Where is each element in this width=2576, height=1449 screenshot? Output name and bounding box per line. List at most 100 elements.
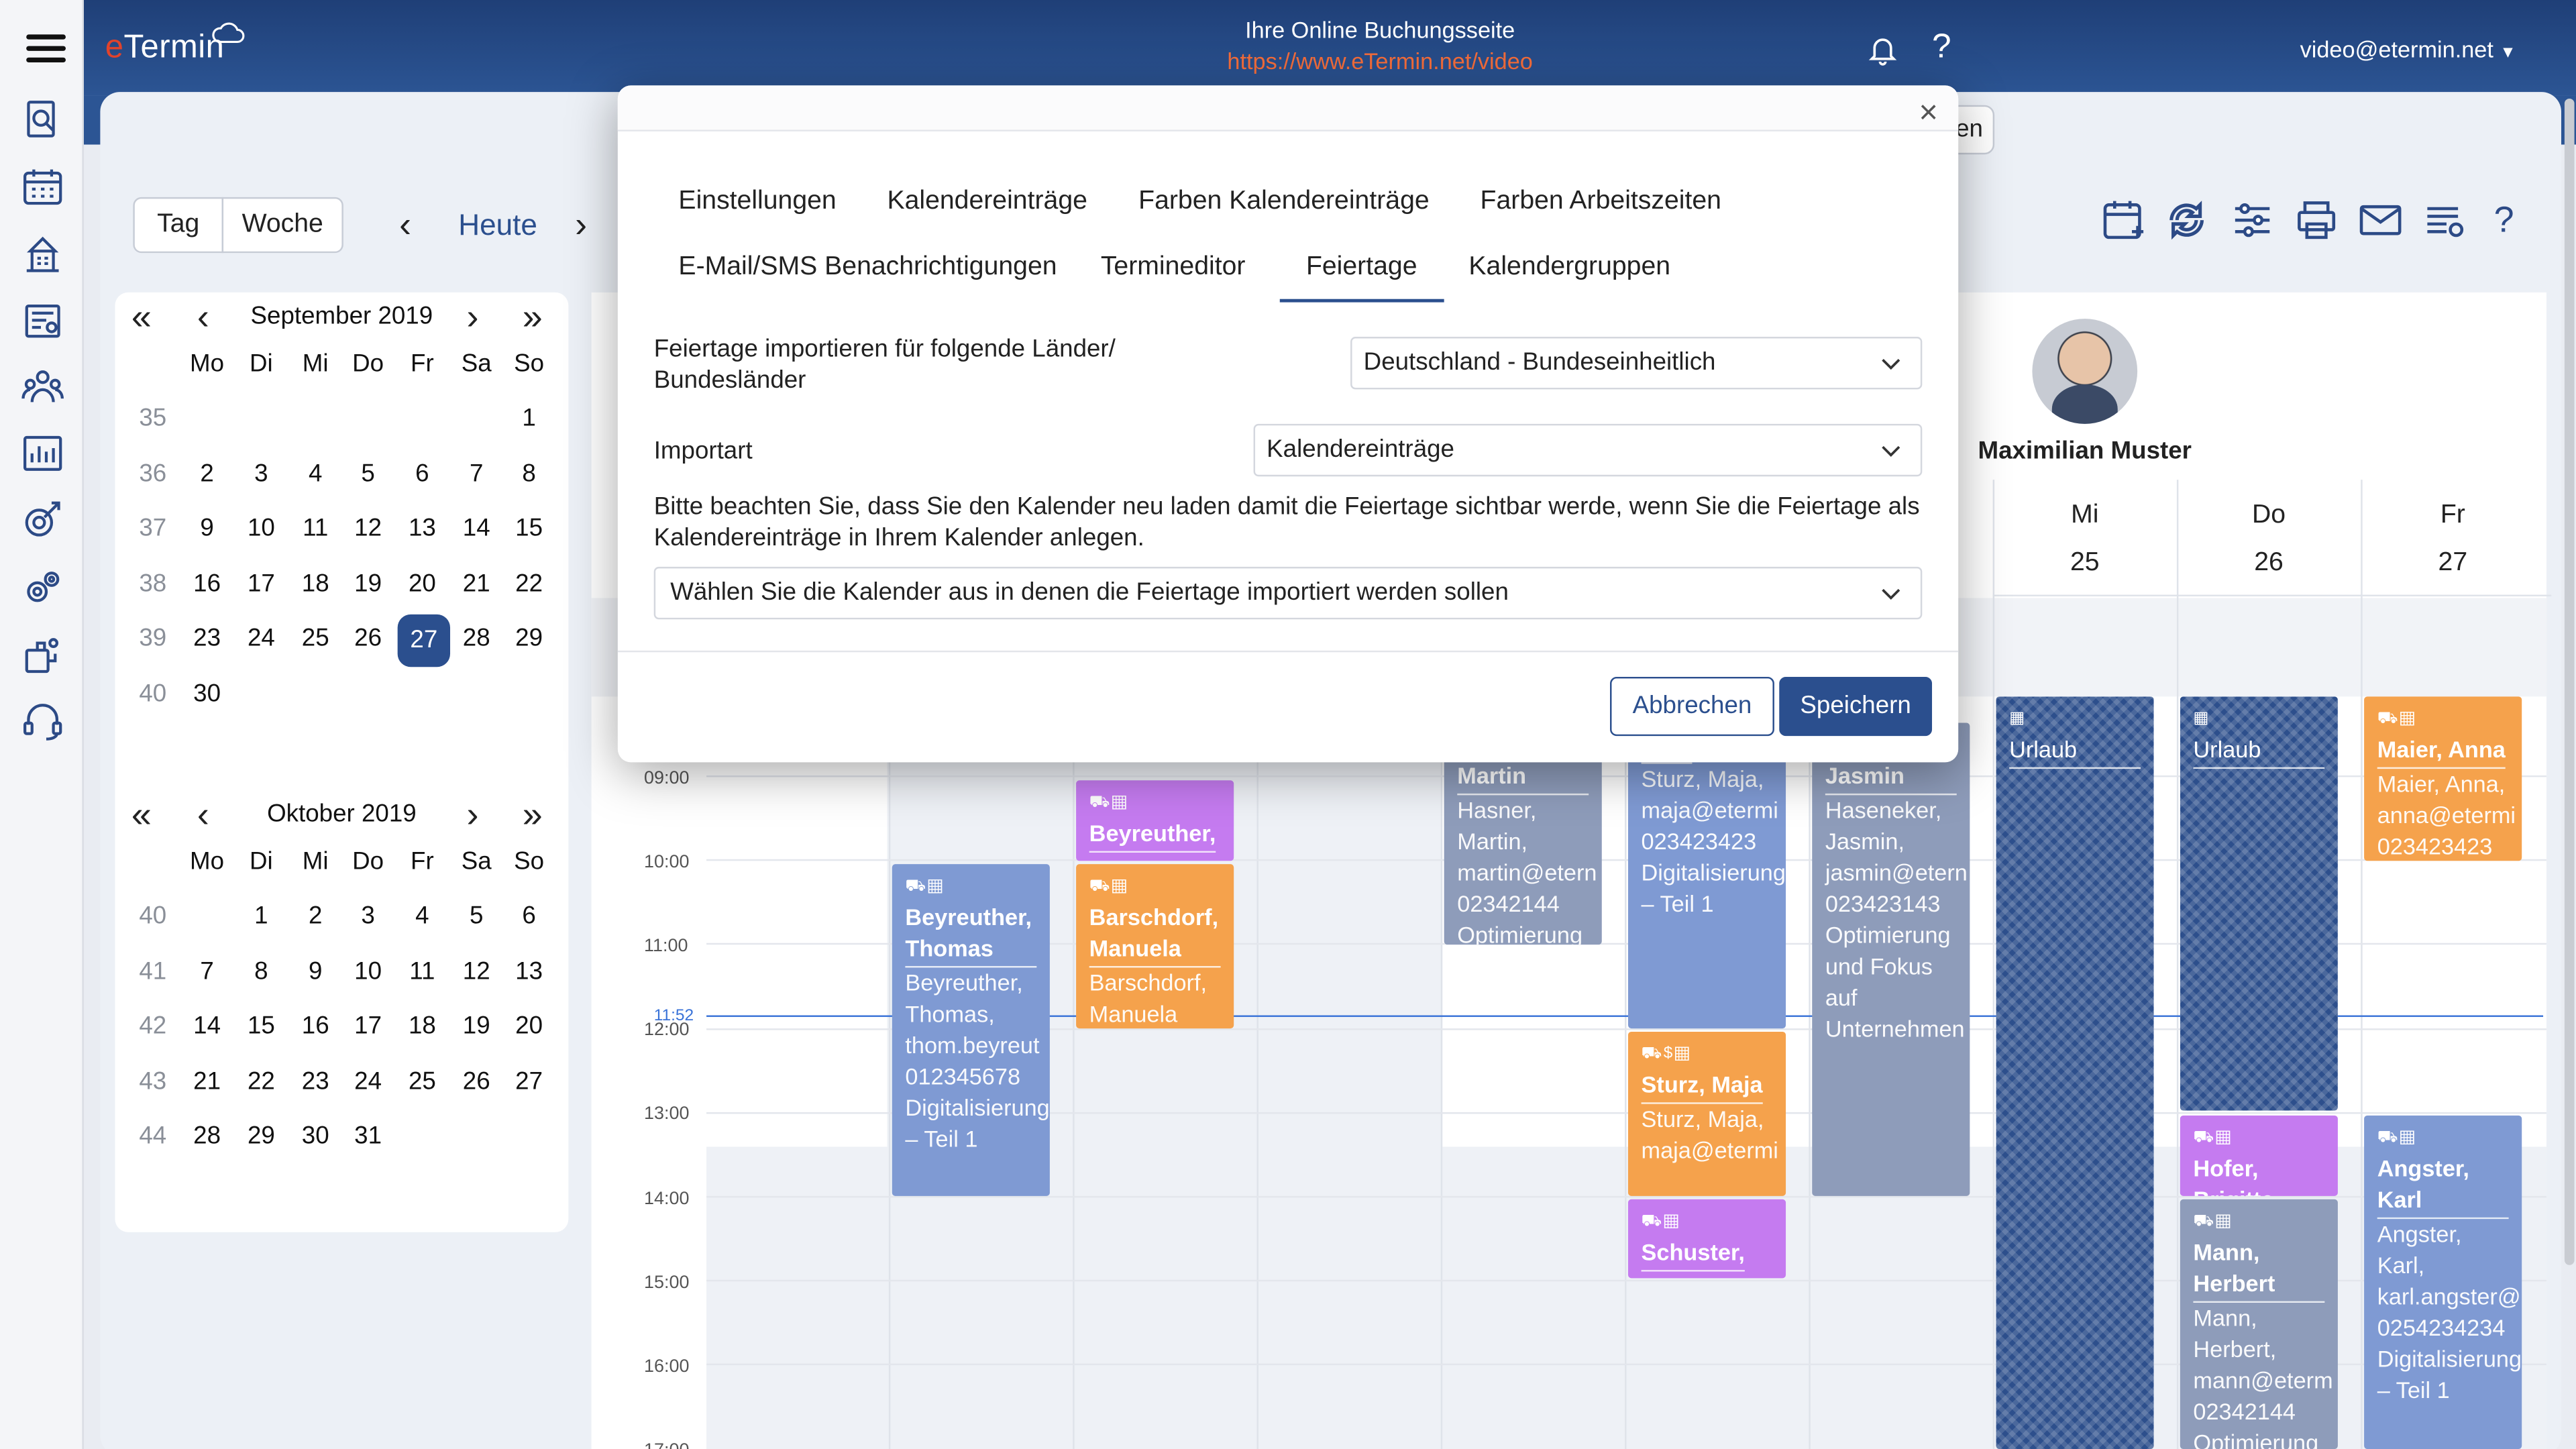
day-header-dow[interactable]: Do (2178, 501, 2359, 531)
day-cell[interactable]: 29 (504, 614, 553, 663)
day-cell[interactable]: 20 (504, 1002, 553, 1051)
bell-icon[interactable] (1866, 33, 1899, 66)
day-cell[interactable]: 18 (398, 1002, 447, 1051)
day-header-date[interactable]: 25 (1994, 549, 2175, 578)
mail-icon[interactable] (2357, 197, 2404, 244)
support-icon[interactable] (21, 700, 64, 743)
appointment[interactable]: ⛟▦ Maier, Anna Maier, Anna, anna@etermi 02… (2364, 696, 2522, 861)
day-cell[interactable]: 18 (290, 559, 339, 608)
day-cell[interactable]: 3 (343, 892, 392, 941)
day-cell[interactable]: 16 (182, 559, 231, 608)
appointment[interactable]: ⛟$▦ Sturz, Maja Sturz, Maja, maja@etermi (1627, 1031, 1786, 1196)
day-header-date[interactable]: 27 (2363, 549, 2543, 578)
chevron-left-icon[interactable]: ‹ (197, 296, 209, 339)
day-cell[interactable]: 8 (237, 947, 286, 996)
day-cell[interactable]: 30 (182, 669, 231, 718)
day-cell[interactable]: 22 (237, 1057, 286, 1106)
day-cell[interactable]: 25 (290, 614, 339, 663)
tab-email-sms[interactable]: E-Mail/SMS Benachrichtigungen (678, 253, 1057, 282)
day-cell[interactable]: 3 (237, 449, 286, 498)
menu-icon[interactable] (26, 34, 66, 64)
day-cell[interactable]: 10 (237, 504, 286, 553)
appointment[interactable]: ⛟▦ Schuster, (1627, 1199, 1786, 1279)
day-cell[interactable]: 19 (343, 559, 392, 608)
day-cell[interactable]: 6 (504, 892, 553, 941)
double-chevron-left-icon[interactable]: « (131, 794, 152, 837)
print-icon[interactable] (2294, 197, 2340, 244)
appointment[interactable]: Haseneker, JasminHaseneker, Jasmin, jasm… (1812, 722, 1970, 1196)
cancel-button[interactable]: Abbrechen (1610, 676, 1774, 737)
day-cell[interactable]: 15 (237, 1002, 286, 1051)
appointment[interactable]: ⛟▦ Beyreuther, (1076, 780, 1234, 861)
day-cell[interactable]: 20 (398, 559, 447, 608)
marketing-icon[interactable] (21, 499, 64, 542)
settings-icon[interactable] (21, 567, 64, 610)
booking-page-link[interactable]: https://www.eTermin.net/video (1134, 48, 1627, 74)
appointment[interactable]: ⛟▦ Mann, Herbert Mann, Herbert, mann@eterm… (2180, 1199, 2338, 1449)
calendar-multiselect[interactable]: Wählen Sie die Kalender aus in denen die… (653, 566, 1923, 620)
day-cell[interactable]: 25 (398, 1057, 447, 1106)
statistics-icon[interactable] (21, 432, 64, 475)
day-cell[interactable]: 9 (290, 947, 339, 996)
add-calendar-icon[interactable] (2101, 197, 2147, 244)
day-cell[interactable]: 11 (398, 947, 447, 996)
week-view-button[interactable]: Woche (221, 197, 343, 254)
day-cell[interactable]: 13 (504, 947, 553, 996)
day-view-button[interactable]: Tag (133, 197, 224, 254)
building-icon[interactable] (21, 233, 64, 276)
tab-termineditor[interactable]: Termineditor (1101, 253, 1246, 282)
day-cell[interactable]: 14 (451, 504, 500, 553)
day-header-dow[interactable]: Fr (2363, 501, 2543, 531)
calendar-help-icon[interactable]: ? (2494, 199, 2514, 241)
day-cell[interactable]: 28 (451, 614, 500, 663)
appointment[interactable]: ▦ Urlaub (2180, 696, 2338, 1110)
integration-icon[interactable] (21, 634, 64, 677)
day-cell[interactable]: 1 (504, 394, 553, 443)
day-header-date[interactable]: 26 (2178, 549, 2359, 578)
day-cell[interactable]: 8 (504, 449, 553, 498)
day-cell[interactable]: 19 (451, 1002, 500, 1051)
day-cell[interactable]: 2 (290, 892, 339, 941)
day-cell[interactable]: 27 (397, 614, 451, 667)
day-cell[interactable]: 26 (451, 1057, 500, 1106)
day-cell[interactable]: 23 (182, 614, 231, 663)
day-cell[interactable]: 17 (343, 1002, 392, 1051)
day-cell[interactable]: 28 (182, 1112, 231, 1161)
appointment[interactable]: ⛟▦ Barschdorf, Manuela Barschdorf, Manuela (1076, 864, 1234, 1029)
day-cell[interactable]: 30 (290, 1112, 339, 1161)
appointment[interactable]: ⛟▦ Hofer, Brigitte (2180, 1115, 2338, 1196)
day-cell[interactable]: 5 (343, 449, 392, 498)
day-cell[interactable]: 22 (504, 559, 553, 608)
tab-farben-kalendereintraege[interactable]: Farben Kalendereinträge (1138, 187, 1430, 217)
day-cell[interactable]: 10 (343, 947, 392, 996)
day-cell[interactable]: 17 (237, 559, 286, 608)
filter-sliders-icon[interactable] (2229, 197, 2275, 244)
day-cell[interactable]: 12 (451, 947, 500, 996)
day-cell[interactable]: 12 (343, 504, 392, 553)
search-document-icon[interactable] (21, 99, 64, 142)
double-chevron-left-icon[interactable]: « (131, 296, 152, 339)
day-header-dow[interactable]: Mi (1994, 501, 2175, 531)
day-cell[interactable]: 29 (237, 1112, 286, 1161)
importart-select[interactable]: Kalendereinträge (1253, 423, 1923, 477)
day-cell[interactable]: 31 (343, 1112, 392, 1161)
day-cell[interactable]: 6 (398, 449, 447, 498)
day-cell[interactable]: 21 (451, 559, 500, 608)
day-cell[interactable]: 4 (290, 449, 339, 498)
tab-farben-arbeitszeiten[interactable]: Farben Arbeitszeiten (1481, 187, 1721, 217)
day-cell[interactable]: 24 (237, 614, 286, 663)
previous-week-button[interactable]: ‹ (399, 204, 411, 247)
day-cell[interactable]: 26 (343, 614, 392, 663)
day-cell[interactable]: 5 (451, 892, 500, 941)
day-cell[interactable]: 4 (398, 892, 447, 941)
appointment[interactable]: MajaSturz, Maja, maja@etermi 023423423 D… (1627, 722, 1786, 1029)
tab-kalendereintraege[interactable]: Kalendereinträge (887, 187, 1087, 217)
list-settings-icon[interactable] (2422, 197, 2468, 244)
day-cell[interactable]: 1 (237, 892, 286, 941)
chevron-right-icon[interactable]: › (467, 296, 479, 339)
day-cell[interactable]: 23 (290, 1057, 339, 1106)
scrollbar-thumb[interactable] (2564, 98, 2575, 1265)
appointment[interactable]: ⛟▦ Beyreuther, Thomas Beyreuther, Thomas, … (892, 864, 1050, 1196)
tab-feiertage[interactable]: Feiertage (1279, 253, 1444, 303)
tab-einstellungen[interactable]: Einstellungen (678, 187, 836, 217)
